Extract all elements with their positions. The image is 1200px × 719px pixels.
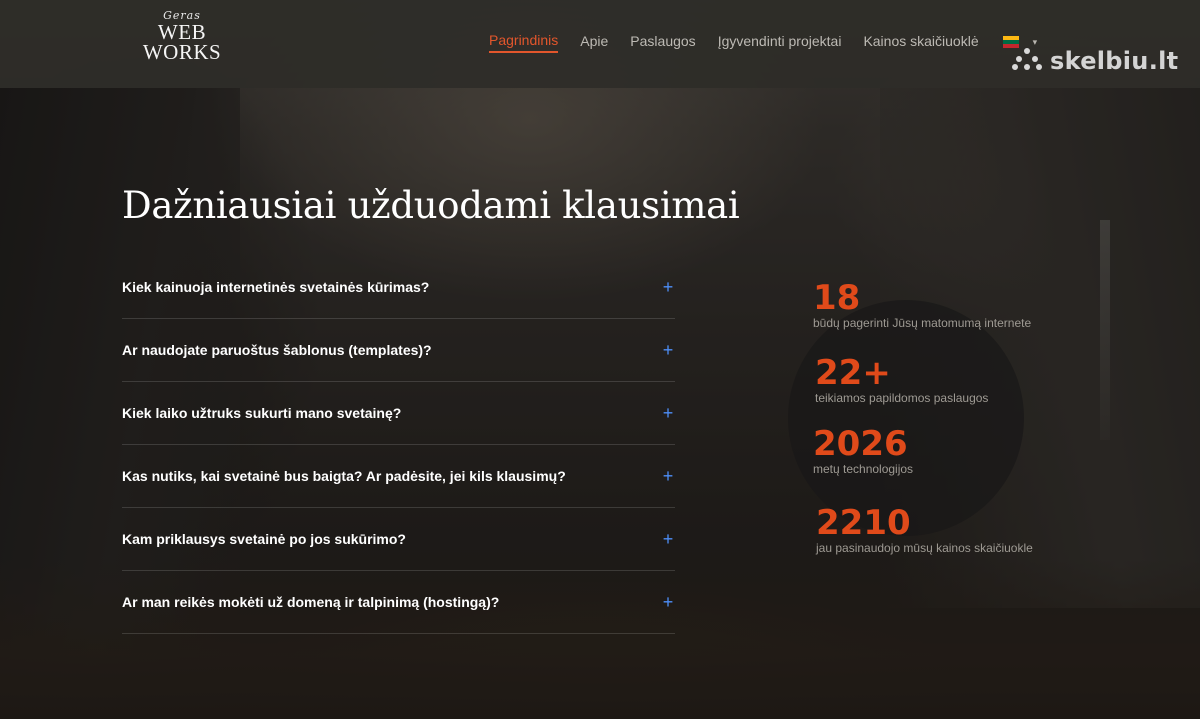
logo-line-works: WORKS (142, 40, 222, 64)
stat-label: būdų pagerinti Jūsų matomumą internete (813, 316, 1032, 330)
plus-icon[interactable]: + (661, 278, 675, 296)
faq-question: Ar naudojate paruoštus šablonus (templat… (122, 342, 432, 358)
stat-item: 2210 jau pasinaudojo mūsų kainos skaičiu… (816, 505, 1033, 555)
stats-backdrop-circle (788, 300, 1024, 536)
faq-item[interactable]: Kas nutiks, kai svetainė bus baigta? Ar … (122, 445, 675, 508)
plus-icon[interactable]: + (661, 530, 675, 548)
faq-item[interactable]: Kam priklausys svetainė po jos sukūrimo?… (122, 508, 675, 571)
stat-number: 22+ (815, 353, 891, 393)
faq-question: Kiek kainuoja internetinės svetainės kūr… (122, 279, 430, 295)
faq-item[interactable]: Ar naudojate paruoštus šablonus (templat… (122, 319, 675, 382)
plus-icon[interactable]: + (661, 404, 675, 422)
faq-question: Kiek laiko užtruks sukurti mano svetainę… (122, 405, 402, 421)
faq-question: Ar man reikės mokėti už domeną ir talpin… (122, 594, 500, 610)
nav-item-projektai[interactable]: Įgyvendinti projektai (718, 32, 842, 52)
stat-item: 18 būdų pagerinti Jūsų matomumą internet… (813, 280, 1031, 330)
main-content: Dažniausiai užduodami klausimai Kiek kai… (0, 0, 1200, 719)
skelbiu-watermark: skelbiu.lt (1012, 46, 1178, 76)
stat-number: 2026 (813, 424, 908, 464)
plus-icon[interactable]: + (661, 341, 675, 359)
stat-label: metų technologijos (813, 462, 914, 476)
site-logo[interactable]: Geras WEB WORKS (140, 10, 224, 70)
skelbiu-watermark-text: skelbiu.lt (1050, 47, 1179, 75)
nav-item-paslaugos[interactable]: Paslaugos (630, 32, 695, 52)
faq-item[interactable]: Kiek kainuoja internetinės svetainės kūr… (122, 256, 675, 319)
faq-item[interactable]: Kiek laiko užtruks sukurti mano svetainę… (122, 382, 675, 445)
skelbiu-logo-icon (1012, 46, 1046, 76)
stat-number: 2210 (816, 503, 911, 543)
stat-item: 22+ teikiamos papildomos paslaugos (815, 355, 988, 405)
plus-icon[interactable]: + (661, 593, 675, 611)
stat-number: 18 (813, 278, 861, 318)
stat-label: jau pasinaudojo mūsų kainos skaičiuokle (816, 541, 1033, 555)
nav-item-apie[interactable]: Apie (580, 32, 608, 52)
faq-question: Kam priklausys svetainė po jos sukūrimo? (122, 531, 406, 547)
stat-item: 2026 metų technologijos (813, 426, 913, 476)
faq-list: Kiek kainuoja internetinės svetainės kūr… (122, 256, 675, 634)
stat-label: teikiamos papildomos paslaugos (815, 391, 989, 405)
site-header: Geras WEB WORKS Pagrindinis Apie Paslaug… (0, 0, 1200, 88)
logo-line-web: WEB (157, 20, 207, 44)
nav-item-pagrindinis[interactable]: Pagrindinis (489, 31, 559, 53)
nav-item-kainos-skaiciuokle[interactable]: Kainos skaičiuoklė (863, 32, 978, 52)
main-nav: Pagrindinis Apie Paslaugos Įgyvendinti p… (489, 31, 1037, 53)
faq-title: Dažniausiai užduodami klausimai (122, 184, 740, 227)
faq-item[interactable]: Ar man reikės mokėti už domeną ir talpin… (122, 571, 675, 634)
plus-icon[interactable]: + (661, 467, 675, 485)
faq-question: Kas nutiks, kai svetainė bus baigta? Ar … (122, 468, 566, 484)
